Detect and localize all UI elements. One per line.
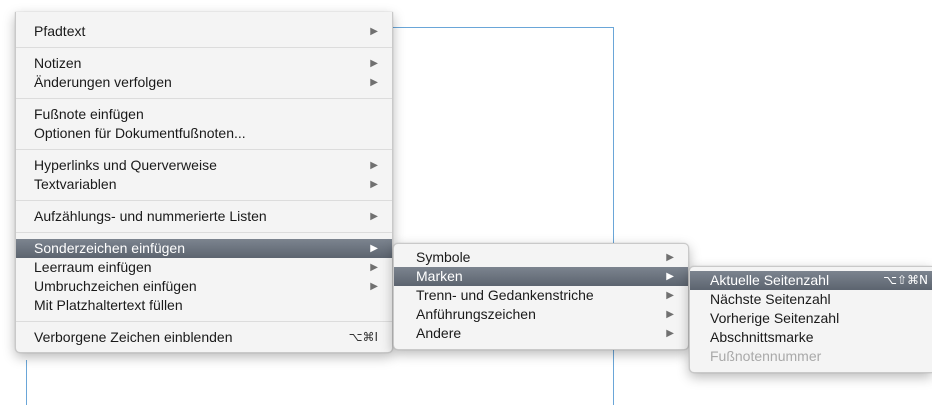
menu-item-notizen[interactable]: Notizen ▶ [16, 54, 392, 73]
marken-item-naechste-seitenzahl[interactable]: Nächste Seitenzahl [690, 290, 932, 309]
submenu-arrow-icon: ▶ [666, 328, 674, 339]
page-guide-left [26, 360, 27, 405]
submenu-arrow-icon: ▶ [666, 271, 674, 282]
menu-separator [16, 321, 392, 322]
menu-item-umbruchzeichen-einfuegen[interactable]: Umbruchzeichen einfügen ▶ [16, 277, 392, 296]
menu-item-pfadtext[interactable]: Pfadtext ▶ [16, 22, 392, 41]
menu-item-label: Textvariablen [34, 176, 117, 192]
submenu-item-symbole[interactable]: Symbole ▶ [394, 248, 688, 267]
submenu-arrow-icon: ▶ [370, 243, 378, 254]
page-guide-top [390, 27, 614, 28]
submenu-arrow-icon: ▶ [666, 252, 674, 263]
menu-item-label: Nächste Seitenzahl [710, 291, 831, 307]
marken-submenu: Aktuelle Seitenzahl ⌥⇧⌘N Nächste Seitenz… [689, 266, 932, 373]
submenu-arrow-icon: ▶ [370, 281, 378, 292]
menu-item-listen[interactable]: Aufzählungs- und nummerierte Listen ▶ [16, 207, 392, 226]
submenu-item-anfuehrungszeichen[interactable]: Anführungszeichen ▶ [394, 305, 688, 324]
menu-item-label: Aktuelle Seitenzahl [710, 272, 830, 288]
submenu-arrow-icon: ▶ [666, 290, 674, 301]
menu-separator [16, 47, 392, 48]
menu-separator [16, 232, 392, 233]
keyboard-shortcut: ⌥⌘I [348, 330, 378, 344]
menu-item-leerraum-einfuegen[interactable]: Leerraum einfügen ▶ [16, 258, 392, 277]
submenu-arrow-icon: ▶ [370, 77, 378, 88]
menu-item-label: Aufzählungs- und nummerierte Listen [34, 208, 267, 224]
submenu-arrow-icon: ▶ [370, 26, 378, 37]
menu-separator [16, 98, 392, 99]
menu-item-label: Umbruchzeichen einfügen [34, 278, 197, 294]
menu-item-label: Fußnotennummer [710, 348, 822, 364]
submenu-arrow-icon: ▶ [370, 211, 378, 222]
menu-separator [16, 149, 392, 150]
type-menu: Pfadtext ▶ Notizen ▶ Änderungen verfolge… [15, 12, 393, 353]
menu-item-hyperlinks-querverweise[interactable]: Hyperlinks und Querverweise ▶ [16, 156, 392, 175]
submenu-arrow-icon: ▶ [370, 262, 378, 273]
marken-item-vorherige-seitenzahl[interactable]: Vorherige Seitenzahl [690, 309, 932, 328]
marken-item-fussnotennummer: Fußnotennummer [690, 347, 932, 366]
menu-item-platzhaltertext-fuellen[interactable]: Mit Platzhaltertext füllen [16, 296, 392, 315]
menu-item-label: Trenn- und Gedankenstriche [416, 287, 594, 303]
menu-item-label: Pfadtext [34, 23, 86, 39]
keyboard-shortcut: ⌥⇧⌘N [883, 273, 928, 287]
menu-item-label: Optionen für Dokumentfußnoten... [34, 125, 246, 141]
menu-item-label: Verborgene Zeichen einblenden [34, 329, 233, 345]
menu-item-aenderungen-verfolgen[interactable]: Änderungen verfolgen ▶ [16, 73, 392, 92]
menu-separator [16, 200, 392, 201]
menu-item-label: Abschnittsmarke [710, 329, 814, 345]
submenu-arrow-icon: ▶ [370, 58, 378, 69]
menu-item-verborgene-zeichen-einblenden[interactable]: Verborgene Zeichen einblenden ⌥⌘I [16, 328, 392, 347]
submenu-arrow-icon: ▶ [370, 160, 378, 171]
submenu-arrow-icon: ▶ [666, 309, 674, 320]
submenu-item-trenn-gedankenstriche[interactable]: Trenn- und Gedankenstriche ▶ [394, 286, 688, 305]
menu-item-label: Leerraum einfügen [34, 259, 152, 275]
submenu-arrow-icon: ▶ [370, 179, 378, 190]
menu-item-label: Vorherige Seitenzahl [710, 310, 840, 326]
submenu-item-andere[interactable]: Andere ▶ [394, 324, 688, 343]
menu-item-label: Symbole [416, 249, 471, 265]
menu-item-label: Fußnote einfügen [34, 106, 144, 122]
menu-item-label: Hyperlinks und Querverweise [34, 157, 217, 173]
menu-item-label: Änderungen verfolgen [34, 74, 172, 90]
marken-item-abschnittsmarke[interactable]: Abschnittsmarke [690, 328, 932, 347]
submenu-item-marken[interactable]: Marken ▶ [394, 267, 688, 286]
sonderzeichen-submenu: Symbole ▶ Marken ▶ Trenn- und Gedankenst… [393, 243, 689, 350]
menu-item-label: Mit Platzhaltertext füllen [34, 297, 183, 313]
menu-item-textvariablen[interactable]: Textvariablen ▶ [16, 175, 392, 194]
menu-item-label: Notizen [34, 55, 82, 71]
menu-item-label: Andere [416, 325, 462, 341]
menu-item-label: Sonderzeichen einfügen [34, 240, 186, 256]
marken-item-aktuelle-seitenzahl[interactable]: Aktuelle Seitenzahl ⌥⇧⌘N [690, 271, 932, 290]
menu-item-sonderzeichen-einfuegen[interactable]: Sonderzeichen einfügen ▶ [16, 239, 392, 258]
menu-item-fussnote-einfuegen[interactable]: Fußnote einfügen [16, 105, 392, 124]
menu-item-label: Marken [416, 268, 463, 284]
menu-item-optionen-dokumentfussnoten[interactable]: Optionen für Dokumentfußnoten... [16, 124, 392, 143]
menu-item-label: Anführungszeichen [416, 306, 536, 322]
